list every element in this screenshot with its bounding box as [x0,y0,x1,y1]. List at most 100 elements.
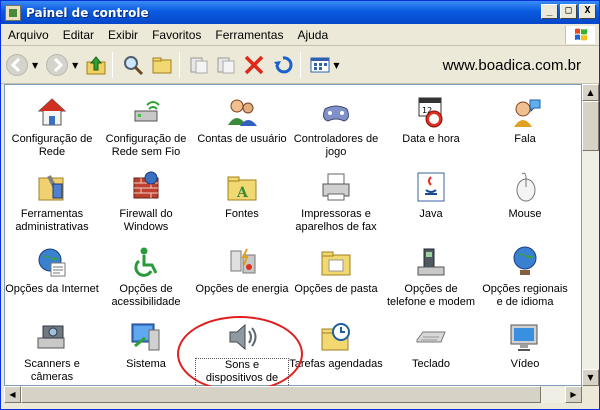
control-panel-item-display[interactable]: Vídeo [478,320,572,371]
vertical-scroll-thumb[interactable] [582,101,599,151]
control-panel-item-firewall[interactable]: Firewall do Windows [99,170,193,234]
folders-button[interactable] [149,50,175,80]
views-icon [310,57,330,73]
views-button[interactable] [308,50,332,80]
forward-arrow-icon [46,54,69,76]
scroll-right-button[interactable]: ▶ [565,386,582,403]
item-label: Configuração de Rede [11,133,93,158]
control-panel-item-speech[interactable]: Fala [478,95,572,146]
control-panel-item-scanner-camera[interactable]: Scanners e câmeras [5,320,99,384]
move-to-button[interactable] [187,50,211,80]
item-label: Tarefas agendadas [289,358,383,370]
scanner-camera-icon [35,320,69,354]
item-label: Opções de acessibilidade [111,283,181,308]
speech-icon [508,95,542,129]
accessibility-icon [129,245,163,279]
back-button[interactable] [4,50,30,80]
item-label: Fontes [225,208,259,220]
control-panel-item-folder-options[interactable]: Opções de pasta [289,245,383,296]
item-label: Teclado [412,358,450,370]
delete-button[interactable] [241,50,267,80]
keyboard-icon [414,320,448,354]
watermark-text: www.boadica.com.br [442,57,581,74]
item-label: Fala [514,133,536,145]
forward-button[interactable] [44,50,70,80]
regional-globe-icon [508,245,542,279]
control-panel-item-power[interactable]: Opções de energia [195,245,289,296]
folders-icon [152,57,172,74]
control-panel-item-calendar-clock[interactable]: 12 Data e hora [384,95,478,146]
admin-tools-icon [35,170,69,204]
menu-ajuda[interactable]: Ajuda [290,28,335,42]
control-panel-item-regional-globe[interactable]: Opções regionais e de idioma [478,245,572,309]
internet-globe-icon [35,245,69,279]
minimize-button[interactable]: _ [541,4,558,19]
control-panel-item-mouse[interactable]: Mouse [478,170,572,221]
system-icon [129,320,163,354]
item-label: Ferramentas administrativas [15,208,89,233]
search-icon [124,56,144,76]
control-panel-item-printer[interactable]: Impressoras e aparelhos de fax [289,170,383,234]
maximize-button[interactable]: □ [560,4,577,19]
windows-logo-icon [565,26,595,44]
control-panel-item-java[interactable]: Java [384,170,478,221]
vertical-scrollbar[interactable]: ▲ ▼ [582,84,599,386]
item-label: Opções de telefone e modem [386,283,476,308]
close-button[interactable]: X [579,4,596,19]
display-icon [508,320,542,354]
menu-arquivo[interactable]: Arquivo [1,28,56,42]
firewall-icon [129,170,163,204]
item-label: Vídeo [510,358,540,370]
control-panel-item-network-house[interactable]: Configuração de Rede [5,95,99,159]
control-panel-item-fonts-folder[interactable]: A Fontes [195,170,289,221]
horizontal-scroll-thumb[interactable] [21,386,541,403]
menu-exibir[interactable]: Exibir [101,28,145,42]
mouse-icon [508,170,542,204]
item-label: Opções regionais e de idioma [482,283,568,308]
network-house-icon [35,95,69,129]
copy-to-icon [217,57,235,74]
horizontal-scrollbar[interactable]: ◀ ▶ [4,386,582,403]
item-label: Opções de energia [195,283,289,295]
gamepad-icon [319,95,353,129]
scheduled-tasks-icon [319,320,353,354]
control-panel-item-scheduled-tasks[interactable]: Tarefas agendadas [289,320,383,371]
menu-bar: Arquivo Editar Exibir Favoritos Ferramen… [1,24,599,46]
item-label: Opções de pasta [294,283,378,295]
up-folder-button[interactable] [84,50,108,80]
control-panel-item-internet-globe[interactable]: Opções da Internet [5,245,99,296]
window-title: Painel de controle [26,5,149,20]
title-bar[interactable]: Painel de controle _ □ X [1,1,599,24]
copy-to-button[interactable] [214,50,238,80]
search-button[interactable] [120,50,146,80]
menu-favoritos[interactable]: Favoritos [145,28,208,42]
up-folder-icon [86,56,106,75]
java-icon [414,170,448,204]
control-panel-window: Painel de controle _ □ X Arquivo Editar … [0,0,600,410]
printer-icon [319,170,353,204]
users-icon [225,95,259,129]
menu-ferramentas[interactable]: Ferramentas [208,28,290,42]
undo-icon [274,56,293,74]
control-panel-item-wireless-network[interactable]: Configuração de Rede sem Fio [99,95,193,159]
scroll-down-button[interactable]: ▼ [582,369,599,386]
control-panel-item-accessibility[interactable]: Opções de acessibilidade [99,245,193,309]
svg-text:A: A [236,185,249,201]
control-panel-item-gamepad[interactable]: Controladores de jogo [289,95,383,159]
item-label: Controladores de jogo [293,133,379,158]
folder-options-icon [319,245,353,279]
fonts-folder-icon: A [225,170,259,204]
scroll-left-button[interactable]: ◀ [4,386,21,403]
control-panel-item-admin-tools[interactable]: Ferramentas administrativas [5,170,99,234]
item-label: Firewall do Windows [119,208,173,233]
menu-editar[interactable]: Editar [56,28,101,42]
item-label: Impressoras e aparelhos de fax [295,208,377,233]
control-panel-item-users[interactable]: Contas de usuário [195,95,289,146]
undo-button[interactable] [270,50,296,80]
power-icon [225,245,259,279]
item-label: Java [419,208,443,220]
control-panel-icon [5,4,21,21]
control-panel-item-phone-modem[interactable]: Opções de telefone e modem [384,245,478,309]
control-panel-item-keyboard[interactable]: Teclado [384,320,478,371]
scroll-up-button[interactable]: ▲ [582,84,599,101]
